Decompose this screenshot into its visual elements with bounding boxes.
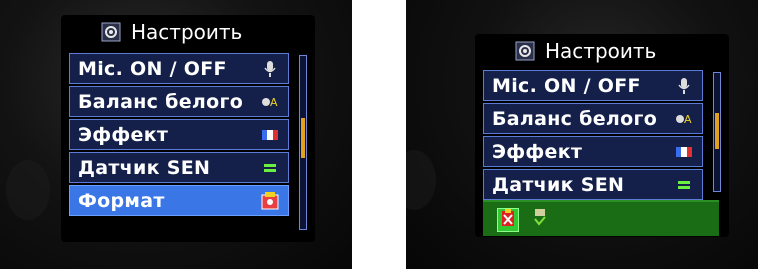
menu-title-text: Настроить bbox=[131, 20, 243, 44]
menu-item-effect[interactable]: Эффект bbox=[483, 136, 703, 167]
menu-item-mic[interactable]: Mic. ON / OFF bbox=[483, 70, 703, 101]
settings-menu-list: Mic. ON / OFF Баланс белого A Эффект Дат… bbox=[69, 53, 289, 218]
camera-lcd-screen: Настроить Mic. ON / OFF Баланс белого A … bbox=[475, 34, 729, 237]
menu-title: Настроить bbox=[475, 34, 729, 68]
menu-title: Настроить bbox=[61, 15, 315, 49]
camera-body-detail bbox=[406, 150, 436, 210]
format-confirm-panel bbox=[483, 200, 719, 236]
camera-photo-left: Настроить Mic. ON / OFF Баланс белого A … bbox=[0, 0, 352, 269]
confirm-format-icon bbox=[533, 208, 547, 232]
menu-item-label: Эффект bbox=[78, 123, 169, 146]
menu-title-text: Настроить bbox=[545, 39, 657, 63]
svg-text:A: A bbox=[684, 113, 692, 126]
menu-item-label: Баланс белого bbox=[78, 90, 244, 113]
color-effect-icon bbox=[260, 125, 280, 145]
cancel-format-option[interactable] bbox=[497, 208, 519, 232]
cancel-format-icon bbox=[501, 209, 515, 231]
menu-item-label: Mic. ON / OFF bbox=[492, 74, 641, 97]
white-balance-icon: A bbox=[260, 92, 280, 112]
scrollbar-thumb[interactable] bbox=[715, 113, 719, 149]
menu-item-white-balance[interactable]: Баланс белого A bbox=[69, 86, 289, 117]
microphone-icon bbox=[674, 76, 694, 96]
menu-item-label: Формат bbox=[78, 189, 165, 212]
confirm-format-option[interactable] bbox=[529, 208, 551, 232]
gear-icon bbox=[515, 41, 535, 61]
white-balance-icon: A bbox=[674, 109, 694, 129]
menu-item-mic[interactable]: Mic. ON / OFF bbox=[69, 53, 289, 84]
menu-item-format[interactable]: Формат bbox=[69, 185, 289, 216]
svg-text:A: A bbox=[270, 96, 278, 109]
sensor-icon bbox=[260, 158, 280, 178]
menu-item-effect[interactable]: Эффект bbox=[69, 119, 289, 150]
menu-scrollbar[interactable] bbox=[713, 72, 721, 192]
menu-scrollbar[interactable] bbox=[299, 55, 307, 230]
sensor-icon bbox=[674, 175, 694, 195]
menu-item-white-balance[interactable]: Баланс белого A bbox=[483, 103, 703, 134]
menu-item-label: Mic. ON / OFF bbox=[78, 57, 227, 80]
color-effect-icon bbox=[674, 142, 694, 162]
menu-item-sensor[interactable]: Датчик SEN bbox=[69, 152, 289, 183]
camera-photo-right: Настроить Mic. ON / OFF Баланс белого A … bbox=[406, 0, 758, 269]
menu-item-label: Датчик SEN bbox=[78, 156, 211, 179]
menu-item-label: Баланс белого bbox=[492, 107, 658, 130]
camera-lcd-screen: Настроить Mic. ON / OFF Баланс белого A … bbox=[61, 15, 315, 242]
menu-item-label: Эффект bbox=[492, 140, 583, 163]
settings-menu-list: Mic. ON / OFF Баланс белого A Эффект Дат… bbox=[483, 70, 703, 202]
camera-body-detail bbox=[6, 160, 50, 220]
menu-item-label: Датчик SEN bbox=[492, 173, 625, 196]
format-icon bbox=[260, 191, 280, 211]
microphone-icon bbox=[260, 59, 280, 79]
menu-item-sensor[interactable]: Датчик SEN bbox=[483, 169, 703, 200]
gear-icon bbox=[101, 22, 121, 42]
scrollbar-thumb[interactable] bbox=[301, 118, 305, 158]
